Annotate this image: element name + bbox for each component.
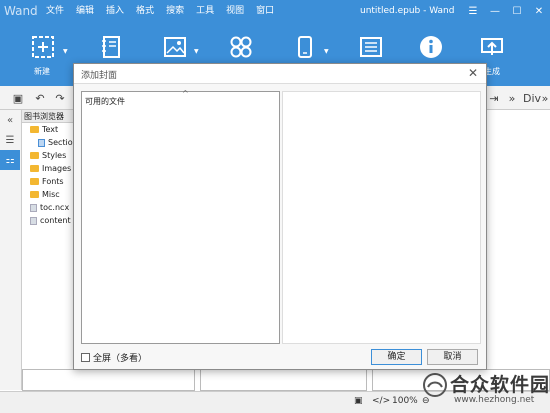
generate-button[interactable] (475, 30, 509, 64)
image-button[interactable] (158, 30, 192, 64)
code-view-icon[interactable]: </> (372, 396, 390, 406)
file-icon (30, 203, 37, 212)
file-icon (30, 216, 37, 225)
tree-view-icon[interactable]: ⚏ (0, 150, 20, 170)
device-button[interactable] (288, 30, 322, 64)
watermark-text: 合众软件园 (450, 374, 550, 396)
ok-button[interactable]: 确定 (371, 349, 422, 365)
image-dropdown-arrow-icon[interactable]: ▼ (194, 48, 199, 55)
dialog-close-icon[interactable]: ✕ (466, 66, 480, 80)
clover-icon (230, 36, 252, 58)
dialog-titlebar: 添加封面 ✕ (74, 64, 486, 84)
device-dropdown-arrow-icon[interactable]: ▼ (324, 48, 329, 55)
available-files-list[interactable]: ^ 可用的文件 (81, 89, 280, 344)
fullscreen-option[interactable]: 全屏（多看） (81, 351, 147, 364)
save-icon[interactable]: ▣ (10, 90, 26, 106)
tree-item-misc[interactable]: Misc (22, 188, 79, 201)
dialog-title: 添加封面 (81, 71, 118, 81)
outdent-icon[interactable]: ⇥ (486, 90, 502, 106)
tree-item-label: Styles (42, 151, 67, 160)
tree-item-label: Misc (42, 190, 60, 199)
folder-icon (30, 191, 39, 198)
menu-edit[interactable]: 编辑 (70, 0, 100, 22)
available-files-header: 可用的文件 (85, 97, 125, 106)
minimize-icon[interactable]: — (484, 0, 506, 22)
zoom-level: 100% (392, 396, 418, 406)
title-bar: Wand 文件 编辑 插入 格式 搜索 工具 视图 窗口 untitled.ep… (0, 0, 550, 22)
tree-item-label: content (40, 216, 71, 225)
watermark-url: www.hezhong.net (454, 395, 535, 405)
close-icon[interactable]: ✕ (528, 0, 550, 22)
tree-item-label: Images (42, 164, 72, 173)
info-button[interactable] (414, 30, 448, 64)
list-button[interactable] (354, 30, 388, 64)
redo-icon[interactable]: ↷ (52, 90, 68, 106)
book-button[interactable] (94, 30, 128, 64)
tree-item-text[interactable]: Text (22, 123, 79, 136)
more-icon[interactable]: » (504, 90, 520, 106)
list-view-icon[interactable]: ☰ (0, 130, 20, 150)
tree-item-label: toc.ncx (40, 203, 70, 212)
maximize-icon[interactable]: ☐ (506, 0, 528, 22)
folder-icon (30, 178, 39, 185)
menu-insert[interactable]: 插入 (100, 0, 130, 22)
add-cover-dialog: 添加封面 ✕ ^ 可用的文件 全屏（多看） 确定 取消 (73, 63, 487, 370)
tree-item-toc[interactable]: toc.ncx (22, 201, 79, 214)
bottom-panel-middle (200, 369, 367, 391)
new-file-icon (32, 36, 54, 58)
new-dropdown-arrow-icon[interactable]: ▼ (63, 48, 68, 55)
more-right-icon[interactable]: » (540, 90, 550, 106)
bottom-panel-left (22, 369, 195, 391)
window-controls: ☰ — ☐ ✕ (462, 0, 550, 22)
tree-item-styles[interactable]: Styles (22, 149, 79, 162)
mobile-phone-icon (298, 36, 312, 58)
document-title: untitled.epub - Wand (360, 6, 455, 16)
menu-view[interactable]: 视图 (220, 0, 250, 22)
html-file-icon (38, 138, 45, 147)
info-icon (420, 36, 442, 58)
tree-item-section[interactable]: Section (22, 136, 79, 149)
export-icon (481, 38, 503, 55)
image-icon (164, 37, 186, 57)
folder-icon (30, 152, 39, 159)
browser-title: 图书浏览器 (22, 110, 79, 123)
menu-format[interactable]: 格式 (130, 0, 160, 22)
tree-item-content[interactable]: content (22, 214, 79, 227)
new-label: 新建 (34, 67, 50, 76)
tree-item-label: Fonts (42, 177, 64, 186)
menu-tools[interactable]: 工具 (190, 0, 220, 22)
widgets-button[interactable] (224, 30, 258, 64)
watermark: 合众软件园 www.hezhong.net (420, 370, 550, 413)
left-panel-strip: « ☰ ⚏ (0, 110, 22, 390)
folder-icon (30, 126, 39, 133)
tree-item-fonts[interactable]: Fonts (22, 175, 79, 188)
notebook-icon (102, 36, 120, 58)
cancel-button[interactable]: 取消 (427, 349, 478, 365)
tree-item-label: Text (42, 125, 59, 134)
fullscreen-checkbox[interactable] (81, 353, 90, 362)
fullscreen-label: 全屏（多看） (93, 354, 148, 364)
div-button[interactable]: Div (522, 90, 542, 106)
menu-bar: 文件 编辑 插入 格式 搜索 工具 视图 窗口 (40, 0, 280, 22)
cover-preview (282, 91, 481, 344)
panel-toggle-icon[interactable]: ▣ (354, 396, 363, 406)
settings-menu-icon[interactable]: ☰ (462, 0, 484, 22)
collapse-icon[interactable]: « (0, 110, 20, 130)
app-logo: Wand (4, 4, 38, 18)
tree-item-images[interactable]: Images (22, 162, 79, 175)
watermark-logo-icon (423, 373, 447, 397)
list-icon (360, 37, 382, 57)
sort-caret-icon[interactable]: ^ (182, 89, 189, 98)
new-button[interactable] (26, 30, 60, 64)
menu-window[interactable]: 窗口 (250, 0, 280, 22)
folder-icon (30, 165, 39, 172)
menu-file[interactable]: 文件 (40, 0, 70, 22)
book-browser: 图书浏览器 Text Section Styles Images Fonts M… (22, 110, 80, 390)
menu-search[interactable]: 搜索 (160, 0, 190, 22)
undo-icon[interactable]: ↶ (32, 90, 48, 106)
